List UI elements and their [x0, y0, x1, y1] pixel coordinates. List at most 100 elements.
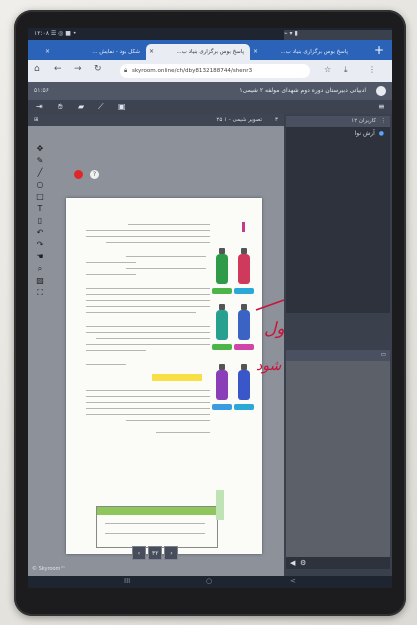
arrow-right-icon[interactable]: →	[74, 64, 82, 74]
status-bar: ۱۲:۰۸ ☰ ◎ ■ • ⌁ ▾ ▮	[28, 28, 392, 492]
volume-icon[interactable]: ◀︎	[290, 557, 295, 569]
text-line	[86, 262, 136, 264]
users-list: ● آرش نوا	[286, 127, 390, 313]
text-line	[156, 432, 210, 434]
close-icon[interactable]: ×	[149, 44, 154, 60]
address-bar[interactable]: 🔒︎ skyroom.online/ch/dby8132188744/shenr…	[120, 64, 310, 78]
user-list-item[interactable]: ● آرش نوا	[355, 130, 384, 137]
exit-icon[interactable]: ⇥	[36, 102, 43, 111]
zoom-icon[interactable]: ⌕	[35, 264, 45, 274]
users-panel-header: کاربران ۱۲ ⋮	[286, 116, 390, 127]
tablet-screen: ۱۲:۰۸ ☰ ◎ ■ • ⌁ ▾ ▮ × پاسخ بوس برگزاری ب…	[28, 28, 392, 588]
browser-tab-1[interactable]: × پاسخ بوس برگزاری بنیاد ب...	[250, 44, 354, 60]
move-icon[interactable]: ✥	[35, 144, 45, 154]
page-number[interactable]: ۳۲	[148, 546, 163, 560]
browser-toolbar: ⌂ ← → ↻ 🔒︎ skyroom.online/ch/dby81321887…	[28, 60, 392, 82]
menu-icon[interactable]: ⋮	[368, 65, 376, 74]
board-title: تصویر شیمی - ۱ ۲۵	[216, 117, 262, 123]
session-clock: ۵۱:۵۶	[34, 87, 49, 94]
text-line	[86, 288, 210, 290]
text-line	[126, 420, 210, 422]
green-bar	[216, 490, 224, 520]
settings-icon[interactable]: ⚙︎	[300, 557, 306, 569]
tab-label: پاسخ بوس برگزاری بنیاد ب...	[176, 49, 244, 55]
prev-page-button[interactable]: ‹	[132, 546, 146, 560]
video-panel-header: ▭	[286, 350, 390, 361]
bottle-image	[216, 248, 228, 284]
tab-label: پاسخ بوس برگزاری بنیاد ب...	[280, 49, 348, 55]
bottle-image	[238, 248, 250, 284]
text-line	[86, 396, 210, 398]
next-page-button[interactable]: ›	[164, 546, 179, 560]
eraser-icon[interactable]: ▯	[35, 216, 45, 226]
text-line	[106, 242, 210, 244]
table-header	[97, 507, 217, 515]
fullscreen-icon[interactable]: ⛶	[35, 288, 45, 298]
hand-raise-icon[interactable]: ✋︎	[58, 102, 63, 112]
user-icon: ●	[378, 130, 384, 137]
status-left: ۱۲:۰۸ ☰ ◎ ■ •	[34, 30, 77, 37]
text-line	[126, 268, 206, 270]
recent-apps-button[interactable]: III	[124, 577, 130, 585]
grid-icon[interactable]: ⊞	[34, 114, 39, 126]
close-icon[interactable]: ×	[253, 44, 258, 60]
home-button[interactable]: ○	[206, 577, 212, 585]
right-sidebar: کاربران ۱۲ ⋮ ● آرش نوا ▭ ◀︎ ⚙︎	[284, 114, 392, 576]
label-tag	[234, 404, 254, 410]
text-line	[105, 523, 205, 525]
user-avatar-icon[interactable]	[376, 86, 386, 96]
skyroom-logo: © Skyroom™	[32, 566, 66, 572]
text-line	[86, 300, 210, 302]
arrow-left-icon[interactable]: ←	[54, 64, 62, 74]
skyroom-header: ۵۱:۵۶ ادبیاتی دبیرستان دوره دوم شهدای مو…	[28, 82, 392, 100]
lock-icon: 🔒︎	[124, 67, 128, 74]
users-icon[interactable]: ⋮	[381, 116, 387, 127]
undo-icon[interactable]: ↶	[35, 228, 45, 238]
url-text: skyroom.online/ch/dby8132188744/shenr3	[132, 68, 253, 74]
label-tag	[212, 288, 232, 294]
help-icon[interactable]: ?	[90, 170, 99, 179]
text-icon[interactable]: T	[35, 204, 45, 214]
record-indicator-icon[interactable]	[74, 170, 83, 179]
room-title: ادبیاتی دبیرستان دوره دوم شهدای مولفه ۲ …	[239, 87, 366, 94]
video-controls: ◀︎ ⚙︎	[286, 557, 390, 569]
board-header: ⊞ تصویر شیمی - ۱ ۲۵ ۳	[28, 114, 284, 126]
section-marker	[242, 222, 245, 232]
home-icon[interactable]: ⌂	[34, 64, 40, 74]
reload-icon[interactable]: ↻	[94, 64, 102, 74]
text-line	[86, 402, 210, 404]
draw-icon[interactable]: ⟋	[98, 102, 104, 112]
download-icon[interactable]: ⤓	[344, 65, 348, 75]
star-icon[interactable]: ☆	[324, 65, 331, 74]
line-icon[interactable]: ╱	[35, 168, 45, 178]
tab-label: شکل بود - نمایش ...	[92, 49, 140, 55]
camera-icon[interactable]: ▰	[78, 102, 84, 111]
hamburger-icon[interactable]: ≡	[378, 102, 385, 111]
rectangle-icon[interactable]: □	[35, 192, 45, 202]
pen-icon[interactable]: ✎	[35, 156, 45, 166]
label-tag	[234, 288, 254, 294]
text-line	[86, 414, 210, 416]
close-icon[interactable]: ×	[45, 44, 50, 60]
whiteboard[interactable]: ⊞ تصویر شیمی - ۱ ۲۵ ۳ ✥ ✎ ╱ ○ □ T ▯ ↶ ↷ …	[28, 114, 385, 576]
image-icon[interactable]: ▨	[35, 276, 45, 286]
new-tab-button[interactable]: +	[374, 43, 384, 57]
back-button[interactable]: <	[290, 577, 296, 585]
screen-icon[interactable]: ▣	[118, 102, 126, 111]
circle-icon[interactable]: ○	[35, 180, 45, 190]
text-line	[126, 256, 206, 258]
board-number: ۳	[275, 117, 278, 123]
text-line	[86, 294, 210, 296]
text-line	[105, 533, 205, 535]
browser-tab-2[interactable]: × پاسخ بوس برگزاری بنیاد ب...	[146, 44, 250, 60]
drawing-toolbar: ✥ ✎ ╱ ○ □ T ▯ ↶ ↷ ☚ ⌕ ▨ ⛶	[34, 144, 46, 334]
text-line	[86, 408, 210, 410]
browser-tab-3[interactable]: × شکل بود - نمایش ...	[42, 44, 146, 60]
hand-icon[interactable]: ☚	[35, 252, 45, 262]
label-tag	[212, 404, 232, 410]
redo-icon[interactable]: ↷	[35, 240, 45, 250]
text-line	[86, 274, 136, 276]
handwritten-annotation: درعناصرقطعاًاول تعبیرشیمی انجام شود	[255, 299, 385, 374]
text-line	[128, 224, 210, 226]
camera-icon[interactable]: ▭	[381, 350, 386, 361]
